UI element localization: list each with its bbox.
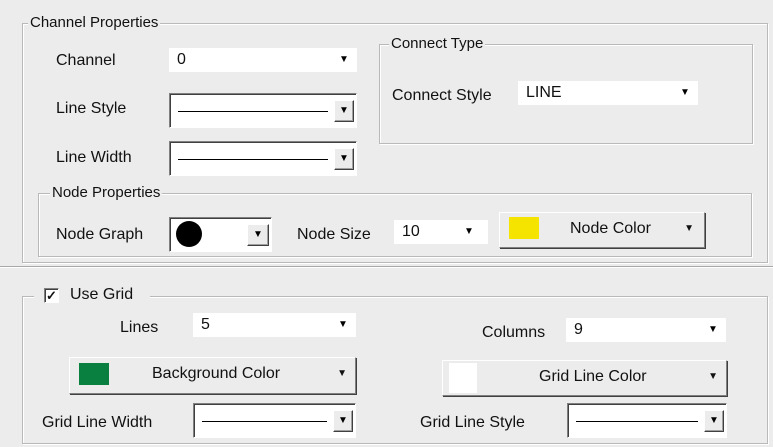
section-divider [0,266,773,268]
line-style-label: Line Style [56,100,127,117]
node-size-label: Node Size [297,226,371,243]
chevron-down-icon[interactable]: ▼ [333,410,353,432]
chevron-down-icon[interactable]: ▼ [334,148,354,170]
node-color-label: Node Color [570,220,651,237]
line-width-preview [178,158,328,160]
chevron-down-icon[interactable]: ▼ [676,81,694,105]
grid-line-style-label: Grid Line Style [420,414,525,431]
channel-properties-title: Channel Properties [28,14,161,31]
connect-type-title: Connect Type [389,35,486,52]
grid-line-style-preview [576,420,698,422]
chevron-down-icon: ▼ [708,371,718,382]
chevron-down-icon[interactable]: ▼ [704,410,724,432]
chevron-down-icon: ▼ [337,368,347,379]
grid-line-width-preview [202,420,327,422]
node-properties-title: Node Properties [50,184,163,201]
use-grid-checkbox[interactable]: ✓ [44,288,59,303]
node-color-swatch [509,217,539,239]
channel-value: 0 [177,51,186,68]
chevron-down-icon[interactable]: ▼ [704,318,722,342]
columns-value: 9 [574,321,583,338]
use-grid-row: ✓ Use Grid [34,287,150,307]
chevron-down-icon: ▼ [684,223,694,234]
chevron-down-icon[interactable]: ▼ [335,48,353,72]
background-color-button[interactable]: Background Color ▼ [69,357,356,394]
line-width-label: Line Width [56,149,132,166]
columns-label: Columns [482,324,546,341]
columns-combo[interactable]: 9 ▼ [566,318,726,342]
chevron-down-icon[interactable]: ▼ [334,100,354,122]
channel-combo[interactable]: 0 ▼ [169,48,357,72]
line-style-combo[interactable]: ▼ [169,93,357,128]
node-shape-icon [176,221,202,247]
connect-style-value: LINE [526,84,562,101]
chevron-down-icon[interactable]: ▼ [334,313,352,337]
grid-line-color-swatch [449,363,477,393]
lines-combo[interactable]: 5 ▼ [193,313,356,337]
grid-line-width-label: Grid Line Width [42,414,153,431]
grid-line-width-combo[interactable]: ▼ [193,403,356,438]
chevron-down-icon[interactable]: ▼ [460,220,478,244]
lines-label: Lines [120,319,159,336]
background-color-label: Background Color [152,365,281,382]
connect-style-combo[interactable]: LINE ▼ [518,81,698,105]
line-style-preview [178,110,328,112]
line-width-combo[interactable]: ▼ [169,141,357,176]
channel-label: Channel [56,52,116,69]
use-grid-label[interactable]: Use Grid [70,287,133,303]
grid-line-color-button[interactable]: Grid Line Color ▼ [442,360,727,396]
lines-value: 5 [201,316,210,333]
grid-line-style-combo[interactable]: ▼ [567,403,727,438]
background-color-swatch [79,363,109,385]
connect-style-label: Connect Style [392,87,492,104]
chevron-down-icon[interactable]: ▼ [247,224,269,246]
node-graph-label: Node Graph [56,226,144,243]
node-size-value: 10 [402,223,420,240]
node-graph-combo[interactable]: ▼ [169,217,272,252]
node-color-button[interactable]: Node Color ▼ [499,212,705,248]
grid-line-color-label: Grid Line Color [539,368,647,385]
node-size-combo[interactable]: 10 ▼ [394,220,488,244]
